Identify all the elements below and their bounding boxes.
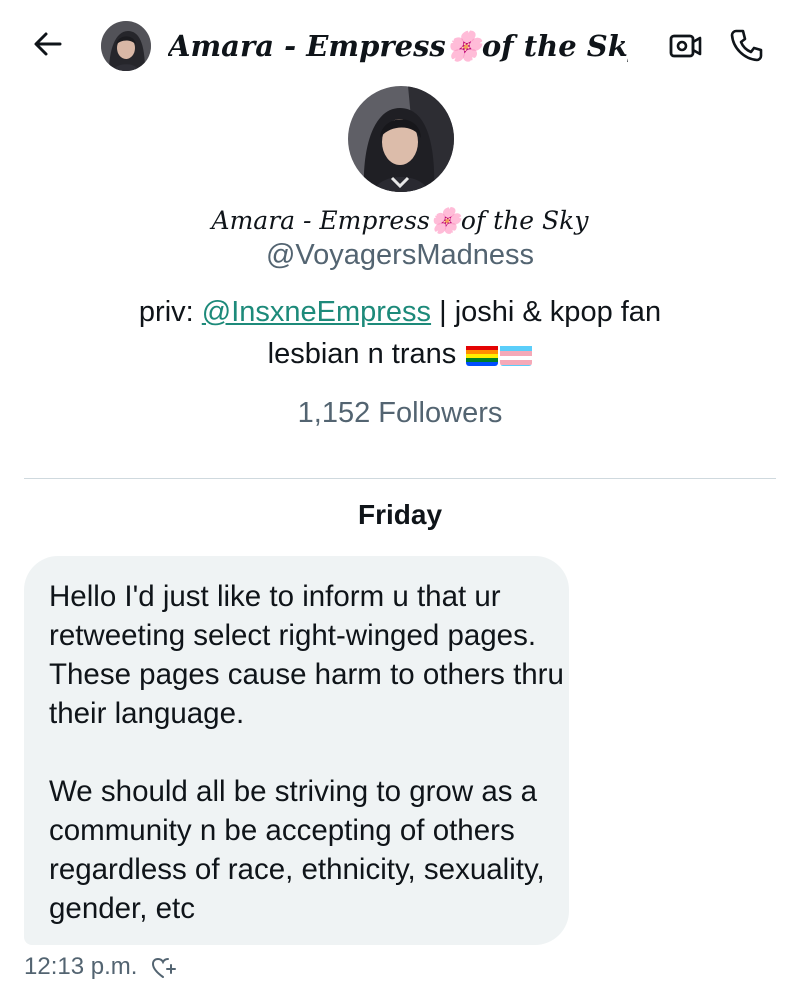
bio-prefix: priv: [138, 296, 202, 328]
video-call-icon [669, 34, 702, 58]
video-call-button[interactable] [666, 28, 704, 64]
header-avatar[interactable] [101, 21, 151, 71]
bio-suffix: | joshi & kpop fan [431, 296, 662, 328]
profile-avatar[interactable] [348, 86, 454, 192]
back-button[interactable] [30, 26, 66, 62]
message-bubble[interactable]: Hello I'd just like to inform u that ur … [24, 556, 569, 945]
profile-display-name[interactable]: Amara - Empress🌸of the Sky [0, 204, 800, 238]
arrow-left-icon [34, 32, 62, 56]
add-reaction-icon [151, 957, 176, 978]
conversation-header: Amara - Empress🌸of the Sky [0, 0, 800, 90]
profile-handle[interactable]: @VoyagersMadness [0, 237, 800, 273]
profile-bio-line-2: lesbian n trans [0, 335, 800, 373]
header-display-name[interactable]: Amara - Empress🌸of the Sky [168, 22, 628, 70]
phone-icon [730, 29, 763, 62]
bio-line-2-text: lesbian n trans [267, 338, 457, 370]
message-timestamp: 12:13 p.m. [24, 953, 138, 980]
transgender-flag-icon [500, 342, 533, 366]
rainbow-flag-icon [466, 342, 499, 366]
section-divider [24, 478, 776, 479]
bio-mention-link[interactable]: @InsxneEmpress [202, 296, 431, 328]
voice-call-button[interactable] [728, 26, 764, 64]
add-reaction-button[interactable] [150, 955, 176, 981]
profile-bio-line-1: priv: @InsxneEmpress | joshi & kpop fan [0, 293, 800, 331]
followers-count[interactable]: 1,152 Followers [0, 395, 800, 431]
message-text: Hello I'd just like to inform u that ur … [49, 580, 564, 925]
day-separator: Friday [357, 499, 443, 530]
